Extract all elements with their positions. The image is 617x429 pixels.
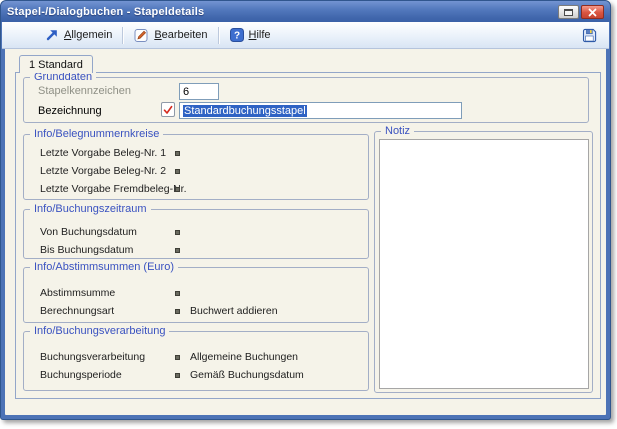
window-controls (558, 5, 604, 19)
group-buchungszeitraum: Info/Buchungszeitraum Von Buchungsdatum … (23, 209, 369, 259)
group-buchungsverarbeitung: Info/Buchungsverarbeitung Buchungsverarb… (23, 331, 369, 391)
close-button[interactable] (581, 5, 604, 19)
info-row: Bis Buchungsdatum (24, 242, 368, 260)
arrow-up-right-icon (45, 28, 59, 42)
bezeichnung-input[interactable]: Standardbuchungsstapel (179, 102, 462, 119)
screen: Stapel-/Dialogbuchen - Stapeldetails (0, 0, 617, 429)
group-notiz: Notiz (374, 131, 593, 393)
info-row: Buchungsverarbeitung Allgemeine Buchunge… (24, 349, 368, 367)
notiz-textarea[interactable] (379, 139, 589, 389)
toolbar-button-allgemein[interactable]: Allgemein (38, 26, 119, 44)
value-marker-square (175, 309, 180, 314)
toolbar-label: Hilfe (249, 29, 271, 41)
value-marker-square (175, 355, 180, 360)
info-row: Letzte Vorgabe Beleg-Nr. 2 (24, 163, 368, 181)
toolbar-button-bearbeiten[interactable]: Bearbeiten (127, 26, 214, 45)
bezeichnung-label: Bezeichnung (38, 105, 102, 117)
value-marker-square (175, 291, 180, 296)
value-marker-square (175, 151, 180, 156)
group-grunddaten: Grunddaten Stapelkennzeichen Bezeichnung… (23, 77, 589, 123)
info-row-label: Buchungsperiode (40, 369, 122, 381)
value-marker-square (175, 230, 180, 235)
info-row-label: Letzte Vorgabe Beleg-Nr. 2 (40, 165, 166, 177)
restore-button[interactable] (558, 5, 579, 19)
group-legend: Info/Buchungsverarbeitung (30, 325, 169, 337)
info-row-value: Allgemeine Buchungen (190, 351, 298, 363)
app-window: Stapel-/Dialogbuchen - Stapeldetails (0, 0, 611, 420)
toolbar-label: Bearbeiten (154, 29, 207, 41)
close-icon (588, 8, 597, 17)
stapelkennzeichen-label: Stapelkennzeichen (38, 85, 131, 97)
info-row-label: Letzte Vorgabe Beleg-Nr. 1 (40, 147, 166, 159)
tab-standard[interactable]: 1 Standard (19, 55, 93, 73)
save-button[interactable] (579, 26, 600, 45)
info-row: Buchungsperiode Gemäß Buchungsdatum (24, 367, 368, 385)
restore-icon (564, 9, 573, 16)
group-legend: Info/Belegnummernkreise (30, 128, 163, 140)
info-row-label: Abstimmsumme (40, 287, 115, 299)
info-row-label: Berechnungsart (40, 305, 114, 317)
window-title: Stapel-/Dialogbuchen - Stapeldetails (7, 6, 204, 18)
value-marker-square (175, 248, 180, 253)
info-row: Letzte Vorgabe Beleg-Nr. 1 (24, 145, 368, 163)
stapelkennzeichen-input[interactable] (179, 83, 219, 100)
red-check-icon[interactable] (161, 102, 175, 117)
help-icon: ? (230, 28, 244, 42)
info-row: Letzte Vorgabe Fremdbeleg-Nr. (24, 181, 368, 199)
value-marker-square (175, 187, 180, 192)
toolbar-separator (218, 27, 220, 44)
save-floppy-icon (581, 27, 598, 44)
info-row-label: Von Buchungsdatum (40, 226, 137, 238)
info-row: Von Buchungsdatum (24, 224, 368, 242)
group-legend: Info/Abstimmsummen (Euro) (30, 261, 178, 273)
group-legend: Notiz (381, 125, 414, 137)
value-marker-square (175, 373, 180, 378)
info-row: Abstimmsumme (24, 285, 368, 303)
titlebar[interactable]: Stapel-/Dialogbuchen - Stapeldetails (1, 1, 610, 22)
info-row-value: Gemäß Buchungsdatum (190, 369, 304, 381)
edit-pencil-icon (134, 28, 149, 43)
toolbar-separator (122, 27, 124, 44)
check-glyph (163, 105, 173, 115)
toolbar: Allgemein Bearbeiten ? Hilfe (2, 22, 609, 49)
info-row-value: Buchwert addieren (190, 305, 278, 317)
group-abstimmsummen: Info/Abstimmsummen (Euro) Abstimmsumme B… (23, 267, 369, 323)
info-row: Berechnungsart Buchwert addieren (24, 303, 368, 321)
info-row-label: Buchungsverarbeitung (40, 351, 145, 363)
value-marker-square (175, 169, 180, 174)
content-area: 1 Standard Grunddaten Stapelkennzeichen … (5, 49, 606, 415)
toolbar-button-hilfe[interactable]: ? Hilfe (223, 26, 278, 44)
bezeichnung-selected-text: Standardbuchungsstapel (183, 105, 307, 117)
group-legend: Info/Buchungszeitraum (30, 203, 151, 215)
toolbar-label: Allgemein (64, 29, 112, 41)
info-row-label: Letzte Vorgabe Fremdbeleg-Nr. (40, 183, 187, 195)
svg-text:?: ? (233, 31, 239, 42)
group-belegnummernkreise: Info/Belegnummernkreise Letzte Vorgabe B… (23, 134, 369, 200)
info-row-label: Bis Buchungsdatum (40, 244, 133, 256)
